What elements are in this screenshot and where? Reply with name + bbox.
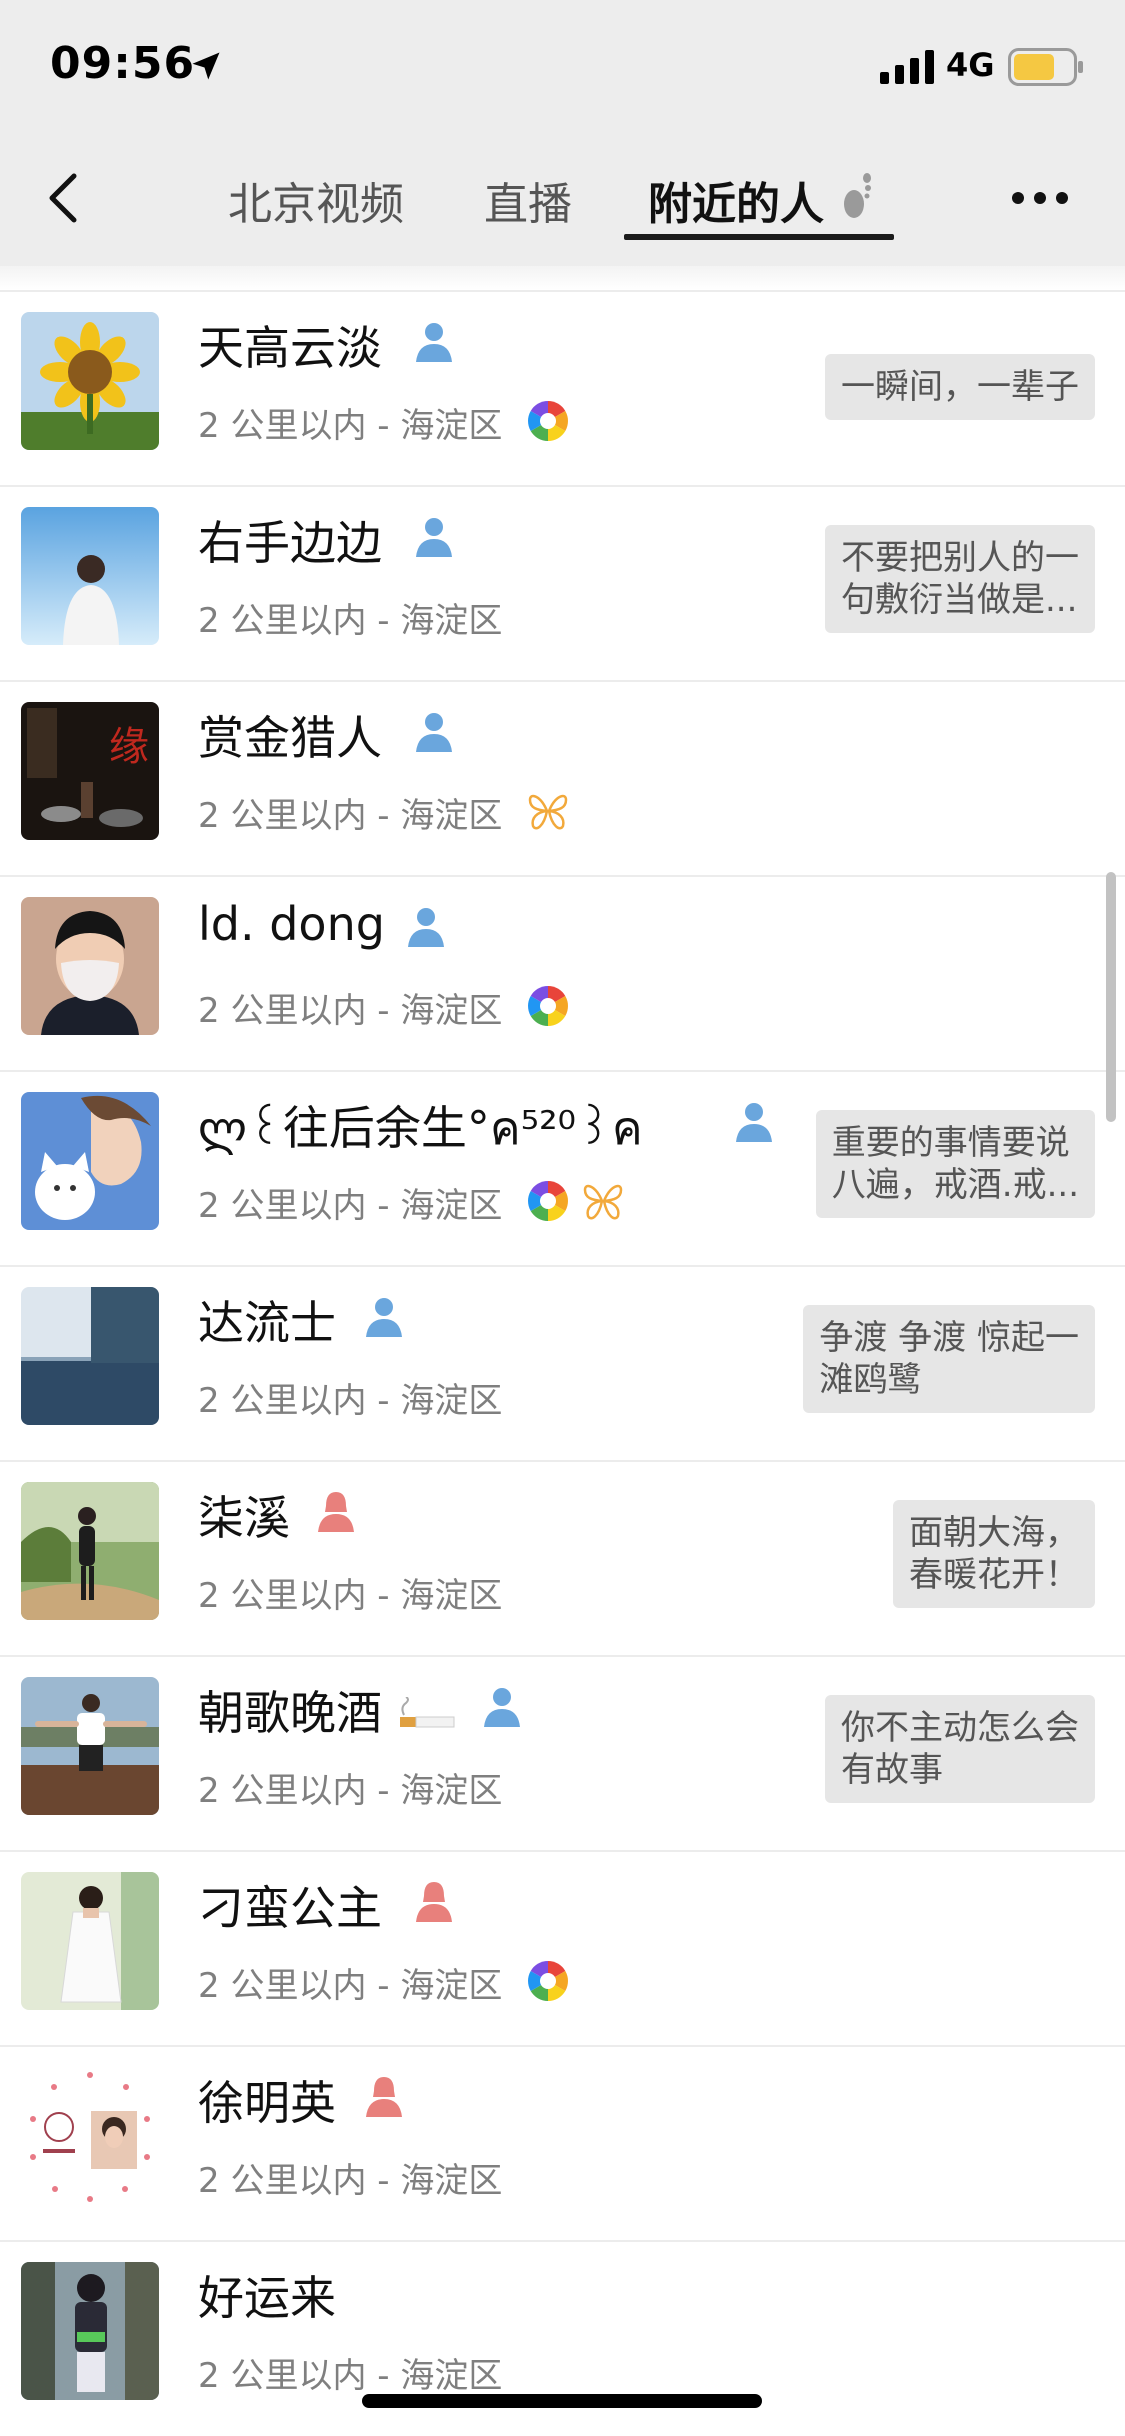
person-name: 右手边边 (198, 516, 382, 570)
distance-label: 2 公里以内 - 海淀区 (198, 991, 503, 1031)
person-name: ლ꒰往后余生°ค⁵²⁰꒱ค (198, 1101, 643, 1155)
list-item[interactable]: 缘 赏金猎人 2 公里以内 - 海淀区 (0, 680, 1125, 875)
signature-text: 不要把别人的一 句敷衍当做是... (825, 525, 1095, 633)
back-arrow-icon[interactable] (44, 170, 84, 226)
distance-label: 2 公里以内 - 海淀区 (198, 796, 503, 836)
active-tab-underline (624, 234, 894, 240)
list-item[interactable]: 徐明英 2 公里以内 - 海淀区 (0, 2045, 1125, 2240)
status-bar: 09:56 4G (0, 0, 1125, 130)
location-arrow-icon (192, 52, 220, 80)
female-icon (318, 1492, 354, 1532)
butterfly-icon (583, 1184, 623, 1220)
male-icon (416, 518, 452, 557)
person-name: 达流士 (198, 1296, 336, 1350)
distance-label: 2 公里以内 - 海淀区 (198, 2161, 503, 2201)
distance-label: 2 公里以内 - 海淀区 (198, 406, 503, 446)
male-icon (408, 908, 444, 947)
avatar-sunflower (21, 312, 159, 450)
signature-text: 重要的事情要说 八遍，戒酒.戒... (815, 1110, 1095, 1218)
avatar-sky-person (21, 507, 159, 645)
home-indicator[interactable] (362, 2394, 762, 2408)
signal-icon (880, 50, 934, 84)
cigarette-icon (400, 1697, 455, 1728)
scrollbar[interactable] (1106, 872, 1116, 1122)
person-name: 好运来 (198, 2271, 336, 2325)
tab-people-nearby[interactable]: 附近的人 (648, 168, 824, 232)
header: 09:56 4G 北京视频 直播 附近的人 (0, 0, 1125, 266)
list-item[interactable]: 刁蛮公主 2 公里以内 - 海淀区 (0, 1850, 1125, 2045)
list-item[interactable]: 柒溪 2 公里以内 - 海淀区 面朝大海， 春暖花开！ (0, 1460, 1125, 1655)
signature-text: 一瞬间，一辈子 (825, 354, 1095, 420)
nearby-people-list: 天高云淡 2 公里以内 - 海淀区 一瞬间，一辈子 右手边边 2 公里以内 - … (0, 290, 1125, 2435)
more-options-icon[interactable] (1010, 190, 1070, 206)
list-item[interactable]: 朝歌晚酒 2 公里以内 - 海淀区 你不主动怎么会 有故事 (0, 1655, 1125, 1850)
avatar-woman-white-dress (21, 1872, 159, 2010)
male-icon (366, 1298, 402, 1337)
header-shadow (0, 266, 1125, 290)
person-name: 刁蛮公主 (198, 1881, 382, 1935)
distance-label: 2 公里以内 - 海淀区 (198, 1186, 503, 1226)
male-icon (484, 1688, 520, 1727)
avatar-dark-still-life: 缘 (21, 702, 159, 840)
list-item[interactable]: ლ꒰往后余生°ค⁵²⁰꒱ค 2 公里以内 - 海淀区 重要的事情要说 八遍，戒酒… (0, 1070, 1125, 1265)
moments-icon (528, 1961, 568, 2001)
person-name: 天高云淡 (198, 321, 382, 375)
distance-label: 2 公里以内 - 海淀区 (198, 601, 503, 641)
signature-text: 争渡 争渡 惊起一 滩鸥鹭 (803, 1305, 1095, 1413)
moments-icon (528, 401, 568, 441)
svg-text:缘: 缘 (109, 724, 149, 770)
distance-label: 2 公里以内 - 海淀区 (198, 1966, 503, 2006)
distance-label: 2 公里以内 - 海淀区 (198, 1576, 503, 1616)
avatar-sea-iceberg (21, 1287, 159, 1425)
footprint-icon (844, 173, 871, 218)
person-name: ld. dong (198, 897, 385, 951)
avatar-woman-park (21, 1482, 159, 1620)
list-item[interactable]: ld. dong 2 公里以内 - 海淀区 (0, 875, 1125, 1070)
person-name: 赏金猎人 (198, 711, 382, 765)
person-name: 朝歌晚酒 (198, 1686, 382, 1740)
distance-label: 2 公里以内 - 海淀区 (198, 1771, 503, 1811)
male-icon (736, 1103, 772, 1142)
distance-label: 2 公里以内 - 海淀区 (198, 2356, 503, 2396)
avatar-masked-man (21, 897, 159, 1035)
avatar-anime-cat (21, 1092, 159, 1230)
tab-live[interactable]: 直播 (484, 168, 572, 232)
female-icon (366, 2077, 402, 2117)
tab-beijing-video[interactable]: 北京视频 (228, 168, 404, 232)
signature-text: 你不主动怎么会 有故事 (825, 1695, 1095, 1803)
moments-icon (528, 1181, 568, 1221)
avatar-phoenix-queen (21, 2067, 159, 2205)
female-icon (416, 1882, 452, 1922)
nav-bar: 北京视频 直播 附近的人 (0, 130, 1125, 266)
list-item[interactable]: 达流士 2 公里以内 - 海淀区 争渡 争渡 惊起一 滩鸥鹭 (0, 1265, 1125, 1460)
avatar-man-balcony (21, 1677, 159, 1815)
moments-icon (528, 986, 568, 1026)
battery-icon (1008, 48, 1083, 86)
avatar-woman-street (21, 2262, 159, 2400)
signature-text: 面朝大海， 春暖花开！ (893, 1500, 1095, 1608)
butterfly-icon (528, 794, 568, 830)
list-item[interactable]: 天高云淡 2 公里以内 - 海淀区 一瞬间，一辈子 (0, 290, 1125, 485)
male-icon (416, 323, 452, 362)
person-name: 徐明英 (198, 2076, 336, 2130)
list-item[interactable]: 右手边边 2 公里以内 - 海淀区 不要把别人的一 句敷衍当做是... (0, 485, 1125, 680)
status-time: 09:56 (50, 38, 196, 89)
network-label: 4G (946, 46, 995, 84)
male-icon (416, 713, 452, 752)
distance-label: 2 公里以内 - 海淀区 (198, 1381, 503, 1421)
person-name: 柒溪 (198, 1491, 290, 1545)
